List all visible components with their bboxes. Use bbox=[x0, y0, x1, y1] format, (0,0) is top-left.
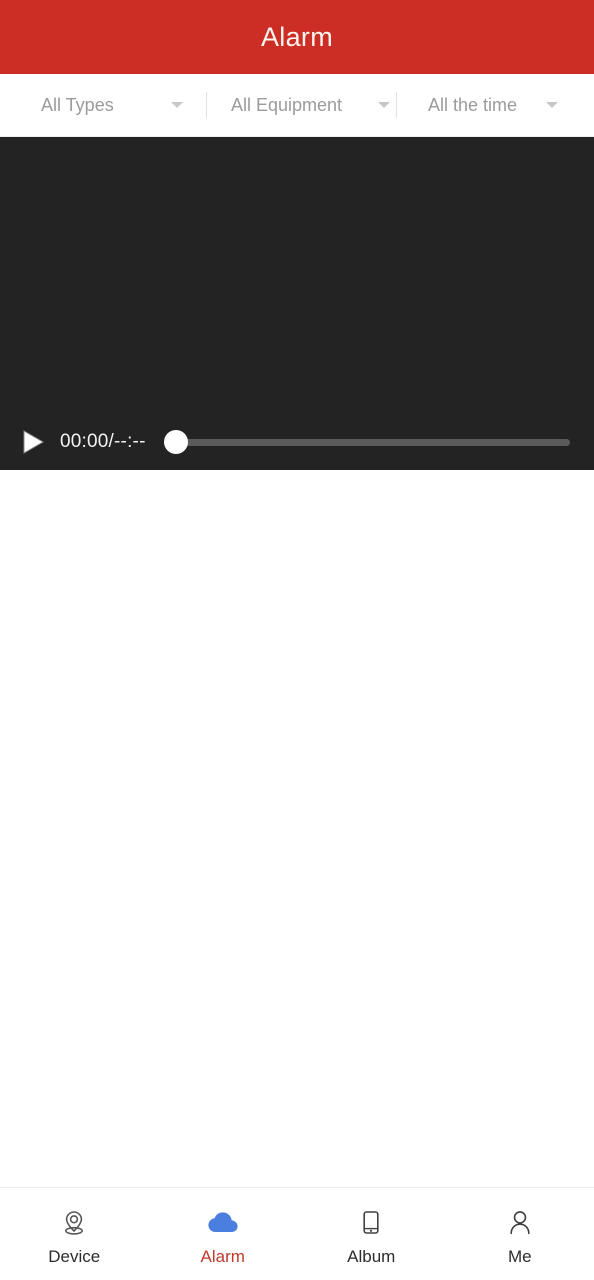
alarm-list-area bbox=[0, 470, 594, 1188]
nav-item-alarm-label: Alarm bbox=[200, 1246, 245, 1266]
seek-thumb[interactable] bbox=[163, 430, 188, 454]
filter-all-types-label: All Types bbox=[41, 94, 114, 115]
video-controls: 00:00/--:-- bbox=[0, 413, 594, 471]
nav-item-alarm[interactable]: Alarm bbox=[149, 1188, 298, 1280]
play-icon bbox=[23, 430, 44, 454]
phone-icon bbox=[360, 1208, 382, 1238]
play-button[interactable] bbox=[20, 429, 46, 455]
nav-item-album[interactable]: Album bbox=[297, 1188, 446, 1280]
chevron-down-icon bbox=[546, 102, 558, 108]
nav-item-me-label: Me bbox=[507, 1246, 532, 1266]
filter-all-the-time[interactable]: All the time bbox=[397, 74, 594, 136]
page-title: Alarm bbox=[260, 21, 333, 52]
video-player[interactable]: 00:00/--:-- bbox=[0, 137, 594, 471]
seek-bar[interactable] bbox=[163, 429, 570, 455]
chevron-down-icon bbox=[378, 102, 390, 108]
chevron-down-icon bbox=[171, 102, 183, 108]
nav-item-device[interactable]: Device bbox=[0, 1188, 149, 1280]
cloud-icon bbox=[207, 1208, 239, 1238]
app-header: Alarm bbox=[0, 0, 594, 74]
location-pin-icon bbox=[61, 1208, 87, 1238]
filter-all-the-time-label: All the time bbox=[428, 94, 518, 115]
seek-track[interactable] bbox=[163, 438, 570, 446]
bottom-navigation: Device Alarm Album Me bbox=[0, 1187, 594, 1280]
filter-all-types[interactable]: All Types bbox=[0, 74, 207, 136]
filter-all-equipment-label: All Equipment bbox=[231, 94, 343, 115]
person-icon bbox=[507, 1208, 533, 1238]
nav-item-me[interactable]: Me bbox=[446, 1188, 594, 1280]
filter-bar: All Types All Equipment All the time bbox=[0, 74, 594, 137]
nav-item-device-label: Device bbox=[48, 1246, 101, 1266]
filter-all-equipment[interactable]: All Equipment bbox=[207, 74, 397, 136]
time-readout: 00:00/--:-- bbox=[60, 431, 146, 452]
video-stage[interactable] bbox=[0, 137, 594, 413]
nav-item-album-label: Album bbox=[347, 1246, 396, 1266]
